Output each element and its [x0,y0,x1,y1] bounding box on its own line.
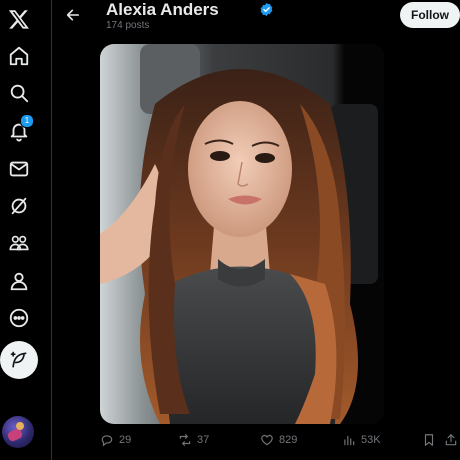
verified-badge-icon [260,2,273,17]
notifications-icon[interactable]: 1 [4,114,34,146]
repost-button[interactable]: 37 [178,428,209,452]
compose-post-button[interactable] [0,341,38,379]
post-photo[interactable] [100,44,384,424]
app-window: 1 Alexia Anders 174 posts Follow 29 37 8… [0,0,460,460]
share-button[interactable] [444,428,458,452]
share-icon [445,434,457,446]
grok-icon[interactable] [4,191,34,221]
post-count: 174 posts [106,20,150,31]
x-logo-icon[interactable] [4,4,34,34]
messages-icon[interactable] [4,154,34,184]
bookmark-button[interactable] [422,428,436,452]
compose-post-icon [10,351,27,368]
profile-icon[interactable] [4,266,34,296]
arrow-left-icon [66,9,80,21]
communities-icon[interactable] [4,228,34,258]
more-icon[interactable] [4,303,34,333]
like-count: 829 [279,434,298,446]
analytics-icon [344,435,355,446]
reply-button[interactable]: 29 [100,428,131,452]
home-icon[interactable] [4,41,34,71]
views-count: 53K [361,434,381,446]
bookmark-icon [424,434,434,446]
follow-button[interactable]: Follow [400,2,460,28]
notification-badge: 1 [20,114,34,128]
profile-name: Alexia Anders [106,0,219,19]
side-nav: 1 [0,0,52,460]
repost-count: 37 [197,434,210,446]
views-button[interactable]: 53K [342,428,381,452]
profile-header: Alexia Anders 174 posts Follow [52,0,460,40]
post-actions: 29 37 829 53K [52,428,460,452]
back-button[interactable] [62,4,84,26]
repost-icon [179,434,191,446]
heart-icon [261,434,273,446]
reply-count: 29 [119,434,132,446]
reply-icon [101,435,113,447]
like-button[interactable]: 829 [260,428,297,452]
account-avatar[interactable] [2,416,34,448]
search-icon[interactable] [4,78,34,108]
